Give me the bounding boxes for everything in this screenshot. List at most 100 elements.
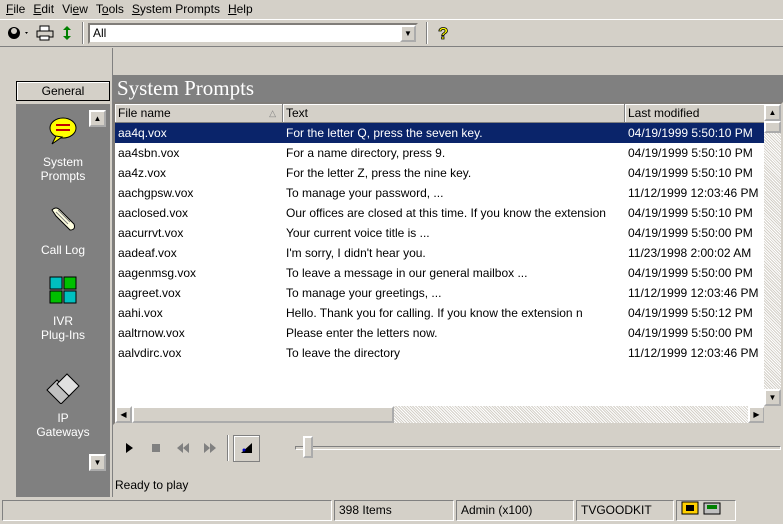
menu-tools[interactable]: Tools	[92, 0, 128, 19]
table-row[interactable]: aadeaf.vox I'm sorry, I didn't hear you. 1…	[115, 243, 765, 263]
player-status: Ready to play	[115, 478, 189, 492]
scroll-up-icon[interactable]: ▲	[764, 104, 781, 121]
scroll-down-icon[interactable]: ▼	[89, 454, 106, 471]
cell-text: For a name directory, press 9.	[286, 146, 446, 160]
column-header-text[interactable]: Text	[283, 104, 625, 123]
record-icon[interactable]	[233, 434, 260, 462]
table-row[interactable]: aagenmsg.vox To leave a message in our ge…	[115, 263, 765, 283]
filter-combo[interactable]: All ▼	[88, 22, 418, 44]
status-icons	[676, 500, 736, 521]
menu-system-prompts[interactable]: System Prompts	[128, 0, 224, 19]
chevron-down-icon[interactable]: ▼	[400, 24, 416, 42]
page-title: System Prompts	[113, 75, 783, 102]
table-row[interactable]: aahi.vox Hello. Thank you for calling. If…	[115, 303, 765, 323]
scroll-thumb[interactable]	[132, 406, 394, 423]
outlook-bar-panel: ▲ System Prompts Call Log IVR Plug-Ins I…	[16, 104, 110, 497]
column-header-file-name[interactable]: File name △	[115, 104, 283, 123]
stop-icon[interactable]	[142, 435, 169, 462]
column-label: Last modified	[628, 106, 700, 120]
table-row[interactable]: aa4z.vox For the letter Z, press the nine…	[115, 163, 765, 183]
horizontal-scrollbar[interactable]: ◀ ▶	[115, 406, 765, 423]
puzzle-icon	[16, 273, 110, 310]
help-icon[interactable]: ?	[432, 22, 454, 44]
phones-icon	[16, 370, 110, 407]
rewind-icon[interactable]	[169, 435, 196, 462]
cell-last-modified: 04/19/1999 5:50:10 PM	[628, 166, 753, 180]
menu-help[interactable]: Help	[224, 0, 257, 19]
cell-last-modified: 04/19/1999 5:50:12 PM	[628, 306, 753, 320]
table-row[interactable]: aalvdirc.vox To leave the directory 11/12/…	[115, 343, 765, 363]
cell-text: To manage your greetings, ...	[286, 286, 442, 300]
cell-text: Your current voice title is ...	[286, 226, 430, 240]
status-bar: 398 Items Admin (x100) TVGOODKIT	[0, 497, 783, 524]
position-slider[interactable]	[303, 436, 313, 458]
cell-text: To manage your password, ...	[286, 186, 444, 200]
cell-text: For the letter Q, press the seven key.	[286, 126, 483, 140]
cell-last-modified: 11/12/1999 12:03:46 PM	[628, 286, 759, 300]
scroll-left-icon[interactable]: ◀	[115, 406, 132, 423]
cell-file-name: aadeaf.vox	[118, 246, 177, 260]
cell-last-modified: 04/19/1999 5:50:10 PM	[628, 126, 753, 140]
cell-last-modified: 04/19/1999 5:50:10 PM	[628, 206, 753, 220]
scroll-thumb[interactable]	[764, 121, 781, 133]
sidebar-item-label: IP	[57, 411, 69, 425]
menu-bar: File Edit View Tools System Prompts Help	[0, 0, 783, 19]
cell-file-name: aa4q.vox	[118, 126, 167, 140]
cell-text: Hello. Thank you for calling. If you kno…	[286, 306, 583, 320]
cell-file-name: aachgpsw.vox	[118, 186, 194, 200]
menu-edit[interactable]: Edit	[29, 0, 58, 19]
list-header: File name △ Text Last modified	[115, 104, 765, 123]
sidebar-item-ip-gateways[interactable]: IP Gateways	[16, 370, 110, 439]
cell-file-name: aa4sbn.vox	[118, 146, 180, 160]
status-server: TVGOODKIT	[576, 500, 674, 521]
cell-text: To leave a message in our general mailbo…	[286, 266, 528, 280]
toolbar: All ▼ ?	[0, 19, 783, 47]
vertical-scrollbar[interactable]: ▲ ▼	[764, 104, 781, 406]
cell-last-modified: 11/23/1998 2:00:02 AM	[628, 246, 752, 260]
status-user: Admin (x100)	[456, 500, 574, 521]
sort-ascending-icon: △	[269, 108, 276, 118]
play-icon[interactable]	[115, 435, 142, 462]
cell-text: To leave the directory	[286, 346, 401, 360]
scroll-right-icon[interactable]: ▶	[748, 406, 765, 423]
list-rows: aa4q.vox For the letter Q, press the seve…	[115, 123, 765, 363]
sidebar-item-ivr-plug-ins[interactable]: IVR Plug-Ins	[16, 273, 110, 342]
print-icon[interactable]	[34, 22, 56, 44]
refresh-icon[interactable]	[56, 22, 78, 44]
toolbar-separator	[426, 22, 428, 44]
outlook-bar: General ▲ System Prompts Call Log IVR Pl…	[0, 48, 113, 497]
main-area: System Prompts File name △ Text Last mod…	[113, 48, 783, 497]
table-row[interactable]: aacurrvt.vox Your current voice title is …	[115, 223, 765, 243]
prompts-list[interactable]: File name △ Text Last modified aa4q.vox F…	[113, 102, 783, 425]
position-track[interactable]	[295, 446, 781, 450]
speech-bubble-icon	[16, 114, 110, 151]
table-row[interactable]: aaltrnow.vox Please enter the letters now…	[115, 323, 765, 343]
column-label: File name	[118, 106, 171, 120]
menu-file[interactable]: File	[2, 0, 29, 19]
group-general-header[interactable]: General	[16, 81, 110, 101]
user-select-icon[interactable]	[4, 22, 34, 44]
sidebar-item-label: System	[42, 155, 83, 169]
cell-text: I'm sorry, I didn't hear you.	[286, 246, 426, 260]
sidebar-item-label: Prompts	[40, 169, 86, 183]
fast-forward-icon[interactable]	[196, 435, 223, 462]
cell-file-name: aagenmsg.vox	[118, 266, 197, 280]
menu-view[interactable]: View	[58, 0, 92, 19]
sidebar-item-system-prompts[interactable]: System Prompts	[16, 114, 110, 183]
cell-file-name: aaclosed.vox	[118, 206, 189, 220]
sidebar-item-call-log[interactable]: Call Log	[16, 202, 110, 257]
column-header-last-modified[interactable]: Last modified	[625, 104, 765, 123]
table-row[interactable]: aaclosed.vox Our offices are closed at th…	[115, 203, 765, 223]
cell-last-modified: 11/12/1999 12:03:46 PM	[628, 346, 759, 360]
table-row[interactable]: aa4sbn.vox For a name directory, press 9.…	[115, 143, 765, 163]
table-row[interactable]: aachgpsw.vox To manage your password, ...…	[115, 183, 765, 203]
scroll-down-icon[interactable]: ▼	[764, 389, 781, 406]
toolbar-separator	[82, 22, 84, 44]
table-row[interactable]: aa4q.vox For the letter Q, press the seve…	[115, 123, 765, 143]
cell-text: Please enter the letters now.	[286, 326, 438, 340]
scroll-corner	[764, 406, 781, 423]
cell-last-modified: 04/19/1999 5:50:10 PM	[628, 146, 753, 160]
table-row[interactable]: aagreet.vox To manage your greetings, ...…	[115, 283, 765, 303]
sidebar-item-label: Plug-Ins	[40, 328, 86, 342]
cell-file-name: aalvdirc.vox	[118, 346, 182, 360]
